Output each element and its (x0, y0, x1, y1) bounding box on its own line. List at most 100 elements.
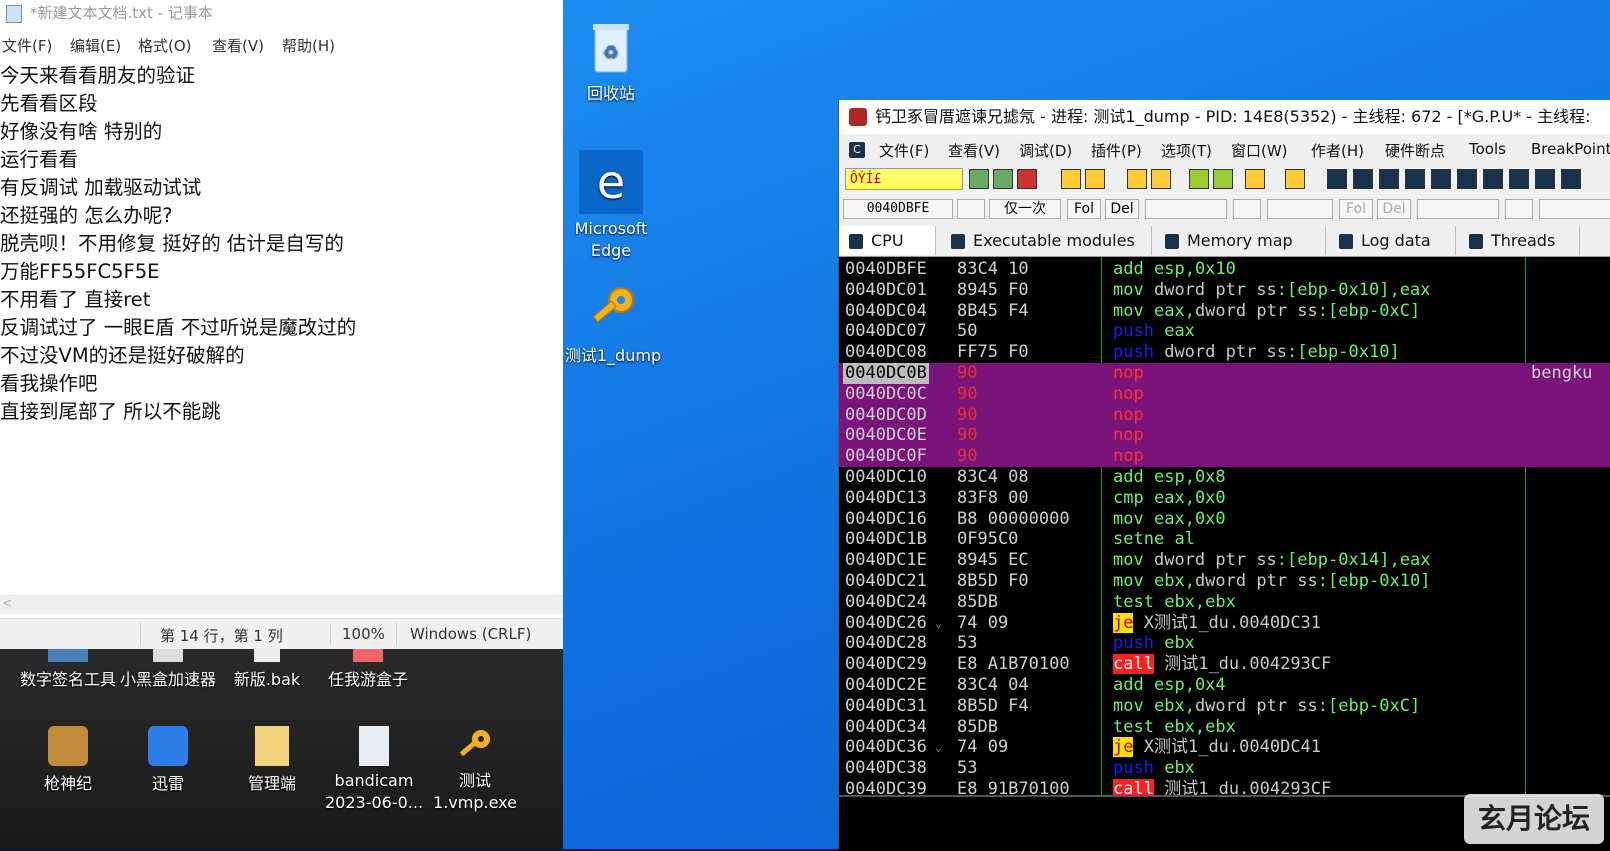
window-l-icon[interactable] (1327, 169, 1347, 189)
disasm-row[interactable]: 0040DC0F 90 nop (839, 446, 1610, 468)
dbg-menu-hwbp[interactable]: 硬件断点 (1385, 140, 1445, 161)
menu-help[interactable]: 帮助(H) (282, 35, 335, 56)
window-h-icon[interactable] (1457, 169, 1477, 189)
tab-executable-modules[interactable]: Executable modules (937, 226, 1152, 255)
disasm-row[interactable]: 0040DC31 8B5D F4 mov ebx,dword ptr ss:[ebp… (839, 696, 1610, 717)
menu-edit[interactable]: 编辑(E) (70, 35, 121, 56)
disasm-row[interactable]: 0040DC38 53 push ebx (839, 758, 1610, 779)
dbg-menu-plugins[interactable]: 插件(P) (1091, 140, 1142, 161)
dbg-menu-view[interactable]: 查看(V) (948, 140, 1000, 161)
blank-field[interactable] (1505, 199, 1533, 219)
desktop-icon-qiangshenji[interactable]: 枪神纪 (20, 726, 116, 794)
window-p-icon[interactable] (1509, 169, 1529, 189)
menu-system-icon[interactable]: C (849, 142, 865, 158)
desktop-icon-guanli[interactable]: 管理端 (224, 726, 320, 794)
disassembly-view[interactable]: 0040DBFE 83C4 10 add esp,0x10 0040DC01 8945 … (839, 257, 1610, 795)
menu-view[interactable]: 查看(V) (212, 35, 264, 56)
blank-field[interactable] (1417, 199, 1499, 219)
disasm-row[interactable]: 0040DC0B 90 nop bengku (839, 363, 1610, 384)
disasm-row[interactable]: 0040DC01 8945 F0 mov dword ptr ss:[ebp-0x1… (839, 280, 1610, 301)
scroll-left-icon[interactable]: < (2, 596, 12, 610)
menu-format[interactable]: 格式(O) (138, 35, 192, 56)
window-e-icon[interactable] (1353, 169, 1373, 189)
desktop-icon-edge[interactable]: e Microsoft Edge (563, 150, 659, 262)
fol-button[interactable]: Fol (1067, 199, 1101, 219)
disasm-row[interactable]: 0040DC39 E8 91B70100 call 测试1_du.004293CF (839, 779, 1610, 795)
window-c-icon[interactable] (1483, 169, 1503, 189)
disasm-row[interactable]: 0040DC34 85DB test ebx,ebx (839, 717, 1610, 738)
debugger-titlebar[interactable]: 钙卫豖冒厝遮谏兄摅氖 - 进程: 测试1_dump - PID: 14E8(53… (839, 100, 1610, 134)
dbg-menu-breakpoint[interactable]: BreakPoint (1531, 140, 1610, 158)
desktop-icon-xiaoheihe[interactable]: 小黑盒加速器 (118, 648, 218, 690)
dbg-menu-file[interactable]: 文件(F) (879, 140, 929, 161)
disasm-row[interactable]: 0040DC16 B8 00000000 mov eax,0x0 (839, 509, 1610, 530)
disasm-row[interactable]: 0040DC28 53 push ebx (839, 633, 1610, 654)
tab-threads[interactable]: Threads (1455, 226, 1580, 255)
once-button[interactable]: 仅一次 (989, 199, 1061, 219)
command-status-field[interactable]: ÔÝÍ£ (845, 168, 963, 190)
rewind-icon[interactable] (993, 169, 1013, 189)
disasm-row[interactable]: 0040DC04 8B45 F4 mov eax,dword ptr ss:[ebp… (839, 301, 1610, 322)
desktop-icon-bandicam[interactable]: bandicam 2023-06-0... (322, 726, 426, 814)
trace-into-icon[interactable] (1189, 169, 1209, 189)
desktop-icon-dump[interactable]: 测试1_dump (553, 282, 673, 366)
dbg-menu-options[interactable]: 选项(T) (1161, 140, 1212, 161)
del-button-disabled[interactable]: Del (1377, 199, 1411, 219)
disasm-row[interactable]: 0040DC1E 8945 EC mov dword ptr ss:[ebp-0x1… (839, 550, 1610, 571)
disasm-row[interactable]: 0040DC07 50 push eax (839, 321, 1610, 342)
tab-cpu[interactable]: CPU (839, 226, 936, 255)
run-icon[interactable] (1061, 169, 1081, 189)
disasm-row[interactable]: 0040DC29 E8 A1B70100 call 测试1_du.004293CF (839, 654, 1610, 675)
disasm-row[interactable]: 0040DBFE 83C4 10 add esp,0x10 (839, 259, 1610, 280)
trace-over-icon[interactable] (1213, 169, 1233, 189)
goto-icon[interactable] (1285, 169, 1305, 189)
window-t-icon[interactable] (1405, 169, 1425, 189)
window-k-icon[interactable] (1535, 169, 1555, 189)
address-input[interactable]: 0040DBFE (843, 199, 953, 219)
disasm-row[interactable]: 0040DC10 83C4 08 add esp,0x8 (839, 467, 1610, 488)
disasm-row[interactable]: 0040DC2E 83C4 04 add esp,0x4 (839, 675, 1610, 696)
step-into-icon[interactable] (1127, 169, 1147, 189)
tab-log-data[interactable]: Log data (1325, 226, 1456, 255)
close-process-icon[interactable] (1017, 169, 1037, 189)
execute-till-return-icon[interactable] (1245, 169, 1265, 189)
step-over-icon[interactable] (1151, 169, 1171, 189)
disasm-row[interactable]: 0040DC08 FF75 F0 push dword ptr ss:[ebp-0x… (839, 342, 1610, 363)
window-b-icon[interactable] (1561, 169, 1581, 189)
desktop-icon-bak[interactable]: 新版.bak (222, 648, 312, 690)
tab-memory-map[interactable]: Memory map (1151, 226, 1326, 255)
notepad-titlebar[interactable]: *新建文本文档.txt - 记事本 (0, 0, 563, 28)
dbg-menu-window[interactable]: 窗口(W) (1231, 140, 1288, 161)
horizontal-scrollbar[interactable]: < (0, 595, 563, 614)
disasm-row[interactable]: 0040DC36 ⌄ 74 09 je X测试1_du.0040DC41 (839, 737, 1610, 758)
desktop-icon-xunlei[interactable]: 迅雷 (120, 726, 216, 794)
del-button[interactable]: Del (1105, 199, 1139, 219)
disasm-row[interactable]: 0040DC0E 90 nop (839, 425, 1610, 447)
window-w-icon[interactable] (1431, 169, 1451, 189)
menu-file[interactable]: 文件(F) (2, 35, 52, 56)
desktop-icon-renwoyou[interactable]: 任我游盒子 (318, 648, 418, 690)
blank-field[interactable] (1267, 199, 1333, 219)
blank-field[interactable] (1233, 199, 1261, 219)
window-m-icon[interactable] (1379, 169, 1399, 189)
disasm-row[interactable]: 0040DC26 ⌄ 74 09 je X测试1_du.0040DC31 (839, 612, 1610, 634)
blank-field[interactable] (1145, 199, 1227, 219)
desktop-icon-vmp[interactable]: 测试 1.vmp.exe (430, 726, 520, 814)
pause-icon[interactable] (1085, 169, 1105, 189)
disasm-row[interactable]: 0040DC21 8B5D F0 mov ebx,dword ptr ss:[ebp… (839, 571, 1610, 592)
desktop-icon-signtool[interactable]: 数字签名工具 (18, 648, 118, 690)
disasm-row[interactable]: 0040DC0D 90 nop (839, 404, 1610, 426)
blank-field[interactable] (1539, 199, 1610, 219)
dbg-menu-tools[interactable]: Tools (1469, 140, 1506, 158)
disasm-row[interactable]: 0040DC1B 0F95C0 setne al (839, 529, 1610, 550)
desktop-icon-recycle-bin[interactable]: ♻ 回收站 (571, 20, 651, 104)
dbg-menu-debug[interactable]: 调试(D) (1019, 140, 1072, 161)
notepad-text-area[interactable]: 今天来看看朋友的验证 先看看区段 好像没有啥 特别的 运行看看 有反调试 加载驱… (0, 60, 560, 590)
fol-button-disabled[interactable]: Fol (1339, 199, 1373, 219)
disasm-row[interactable]: 0040DC0C 90 nop (839, 383, 1610, 405)
dbg-menu-author[interactable]: 作者(H) (1311, 140, 1364, 161)
disasm-row[interactable]: 0040DC13 83F8 00 cmp eax,0x0 (839, 488, 1610, 509)
blank-field[interactable] (957, 199, 985, 219)
disasm-row[interactable]: 0040DC24 85DB test ebx,ebx (839, 592, 1610, 613)
restart-icon[interactable] (969, 169, 989, 189)
